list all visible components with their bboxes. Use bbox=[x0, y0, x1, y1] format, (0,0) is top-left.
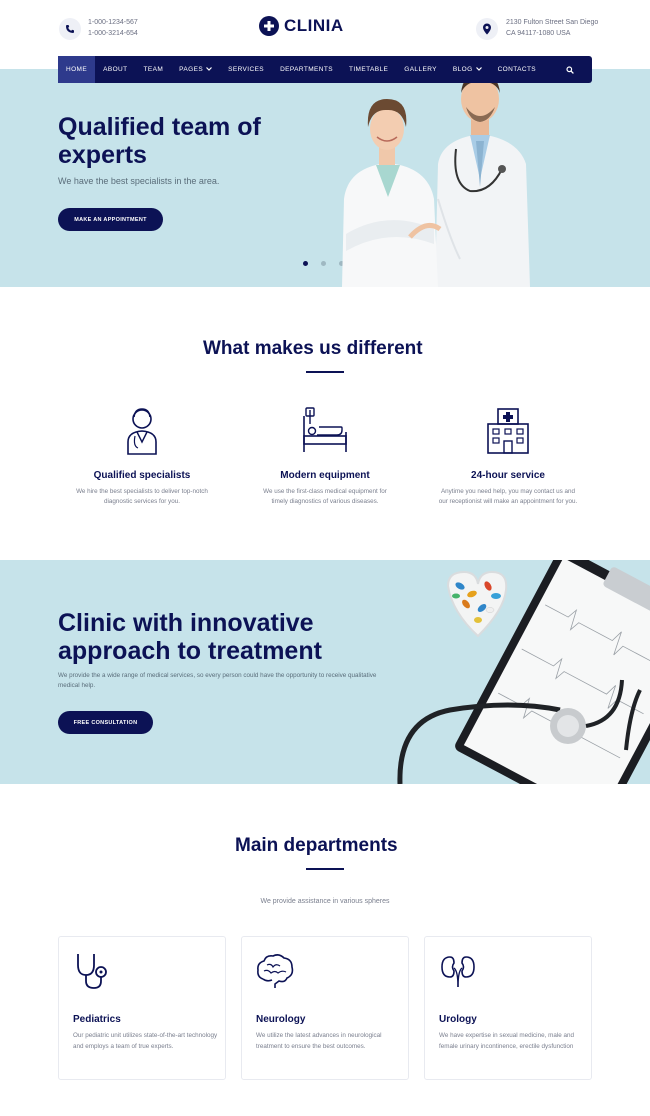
banner-text: We provide the a wide range of medical s… bbox=[58, 672, 377, 689]
phone-icon bbox=[59, 18, 81, 40]
feature-text: We hire the best specialists to deliver … bbox=[76, 488, 208, 505]
nav-item-gallery[interactable]: GALLERY bbox=[396, 56, 445, 83]
nav-item-departments[interactable]: DEPARTMENTS bbox=[272, 56, 341, 83]
department-card-urology[interactable]: Urology We have expertise in sexual medi… bbox=[424, 936, 592, 1080]
phone-number-2[interactable]: 1-000-3214-654 bbox=[88, 28, 138, 39]
brain-icon bbox=[257, 954, 294, 988]
location-pin-icon bbox=[476, 18, 498, 40]
nav-item-about[interactable]: ABOUT bbox=[95, 56, 135, 83]
stethoscope-icon bbox=[77, 954, 107, 989]
nav-item-home[interactable]: HOME bbox=[58, 56, 96, 83]
department-card-pediatrics[interactable]: Pediatrics Our pediatric unit utilizes s… bbox=[58, 936, 226, 1080]
logo-text: CLINIA bbox=[284, 16, 344, 35]
male-doctor-figure bbox=[435, 73, 530, 287]
hospital-bed-icon bbox=[303, 407, 347, 452]
doctor-icon bbox=[127, 408, 157, 455]
departments-section-title: Main departments bbox=[235, 835, 398, 856]
nav-item-blog[interactable]: BLOG bbox=[445, 56, 490, 83]
feature-title: 24-hour service bbox=[471, 470, 545, 481]
feature-text: We use the first-class medical equipment… bbox=[263, 488, 387, 505]
address-line-1: 2130 Fulton Street San Diego bbox=[506, 19, 599, 26]
hero-title: Qualified team of experts bbox=[58, 113, 261, 169]
hero-subtitle: We have the best specialists in the area… bbox=[58, 176, 220, 186]
slider-dot-1[interactable] bbox=[303, 261, 308, 266]
different-section-title: What makes us different bbox=[203, 338, 423, 359]
doctors-photo bbox=[342, 73, 530, 287]
feature-24-hour-service: 24-hour service Anytime you need help, y… bbox=[428, 406, 588, 507]
search-icon[interactable] bbox=[558, 56, 592, 83]
address-line-2: CA 94117-1080 USA bbox=[506, 30, 571, 37]
department-card-neurology[interactable]: Neurology We utilize the latest advances… bbox=[241, 936, 409, 1080]
feature-text: Anytime you need help, you may contact u… bbox=[438, 488, 578, 505]
clipboard-stethoscope-photo bbox=[397, 560, 650, 784]
nav-item-timetable[interactable]: TIMETABLE bbox=[341, 56, 396, 83]
nav-item-team[interactable]: TEAM bbox=[136, 56, 172, 83]
make-appointment-button[interactable]: MAKE AN APPOINTMENT bbox=[58, 208, 163, 231]
section-divider bbox=[306, 371, 344, 373]
department-title: Pediatrics bbox=[73, 1014, 121, 1025]
department-title: Urology bbox=[439, 1014, 477, 1025]
female-doctor-figure bbox=[342, 99, 442, 287]
free-consultation-button[interactable]: FREE CONSULTATION bbox=[58, 711, 153, 734]
feature-title: Qualified specialists bbox=[93, 470, 191, 481]
nav-item-pages[interactable]: PAGES bbox=[171, 56, 220, 83]
nav-item-blog-label: BLOG bbox=[452, 66, 473, 73]
feature-qualified-specialists: Qualified specialists We hire the best s… bbox=[62, 406, 222, 507]
section-divider bbox=[306, 868, 344, 870]
nav-item-contacts[interactable]: CONTACTS bbox=[490, 56, 544, 83]
main-navigation: HOME ABOUT TEAM PAGES SERVICES DEPARTMEN… bbox=[58, 56, 592, 83]
departments-subtitle: We provide assistance in various spheres bbox=[260, 898, 390, 905]
innovation-banner: Clinic with innovative approach to treat… bbox=[0, 560, 650, 784]
phone-number-1[interactable]: 1-000-1234-567 bbox=[88, 17, 138, 28]
department-text: We utilize the latest advances in neurol… bbox=[256, 1032, 382, 1050]
hero-slider: Qualified team of experts We have the be… bbox=[0, 69, 650, 287]
feature-title: Modern equipment bbox=[280, 470, 370, 481]
clinic-address: 2130 Fulton Street San Diego CA 94117-10… bbox=[506, 17, 598, 39]
top-header: 1-000-1234-567 1-000-3214-654 CLINIA 213… bbox=[0, 0, 650, 56]
kidneys-icon bbox=[441, 956, 475, 988]
chevron-down-icon bbox=[475, 66, 482, 73]
nav-item-pages-label: PAGES bbox=[179, 66, 204, 73]
nav-item-services[interactable]: SERVICES bbox=[220, 56, 272, 83]
department-text: Our pediatric unit utilizes state-of-the… bbox=[73, 1032, 218, 1050]
medical-cross-icon bbox=[259, 16, 279, 36]
feature-modern-equipment: Modern equipment We use the first-class … bbox=[245, 406, 405, 507]
department-text: We have expertise in sexual medicine, ma… bbox=[439, 1032, 574, 1050]
banner-title: Clinic with innovative approach to treat… bbox=[58, 609, 322, 665]
department-title: Neurology bbox=[256, 1014, 306, 1025]
phone-numbers: 1-000-1234-567 1-000-3214-654 bbox=[88, 17, 138, 39]
site-logo[interactable]: CLINIA bbox=[259, 16, 344, 36]
chevron-down-icon bbox=[206, 66, 213, 73]
hospital-building-icon bbox=[487, 408, 529, 454]
slider-dot-2[interactable] bbox=[321, 261, 326, 266]
